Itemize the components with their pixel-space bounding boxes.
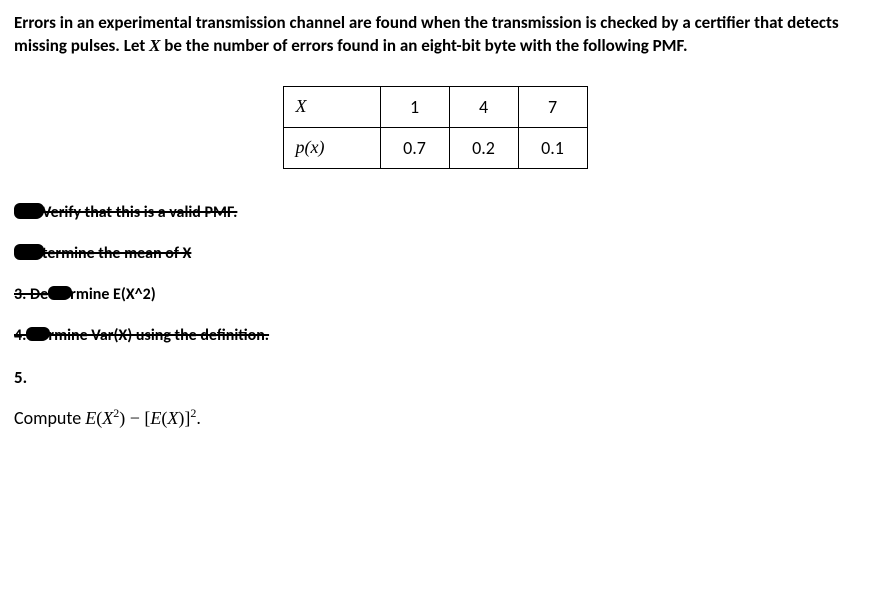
item-4-prefix: 4. [14,326,26,345]
cell-px-4: 0.2 [449,127,518,168]
item-5-label: 5. [14,367,856,388]
item-2-text: termine the mean of X [42,244,191,263]
cell-px-1: 0.7 [380,127,449,168]
redaction-mark-icon [48,286,72,300]
item-1-text: Verify that this is a valid PMF. [42,203,237,222]
item-3: 3. De rmine E(X^2) [14,285,856,304]
pmf-table: X 1 4 7 p(x) 0.7 0.2 0.1 [283,86,588,169]
item-3-prefix-struck: 3. De [14,285,48,304]
item-3-text: rmine E(X^2) [70,285,156,304]
item-1: Verify that this is a valid PMF. [14,203,856,222]
question-list: Verify that this is a valid PMF. termine… [14,203,856,429]
expr-X1: X [102,408,113,428]
expr-close: )] [178,408,190,428]
cell-px-7: 0.1 [518,127,587,168]
expr-E1: E [85,408,96,428]
cell-x-1: 1 [380,86,449,127]
compute-word: Compute [14,407,85,429]
expr-E2: E [150,408,161,428]
table-row: p(x) 0.7 0.2 0.1 [283,127,587,168]
redaction-mark-icon [26,327,50,341]
cell-x-label: X [283,86,380,127]
problem-intro: Errors in an experimental transmission c… [14,12,856,58]
cell-x-4: 4 [449,86,518,127]
expr-sq1: 2 [113,406,119,420]
expr-X2: X [167,408,178,428]
item-5-compute: Compute E(X2) − [E(X)]2. [14,406,856,429]
redaction-mark-icon [14,203,44,219]
item-4-text: rmine Var(X) using the definition. [48,326,269,345]
expr-minus: − [ [125,408,150,428]
expr-period: . [196,408,201,428]
item-4: 4. rmine Var(X) using the definition. [14,326,856,345]
table-row: X 1 4 7 [283,86,587,127]
intro-variable-x: X [149,36,160,55]
cell-x-7: 7 [518,86,587,127]
redaction-mark-icon [14,244,44,260]
item-2: termine the mean of X [14,244,856,263]
intro-text-2: be the number of errors found in an eigh… [160,35,687,56]
cell-px-label: p(x) [283,127,380,168]
